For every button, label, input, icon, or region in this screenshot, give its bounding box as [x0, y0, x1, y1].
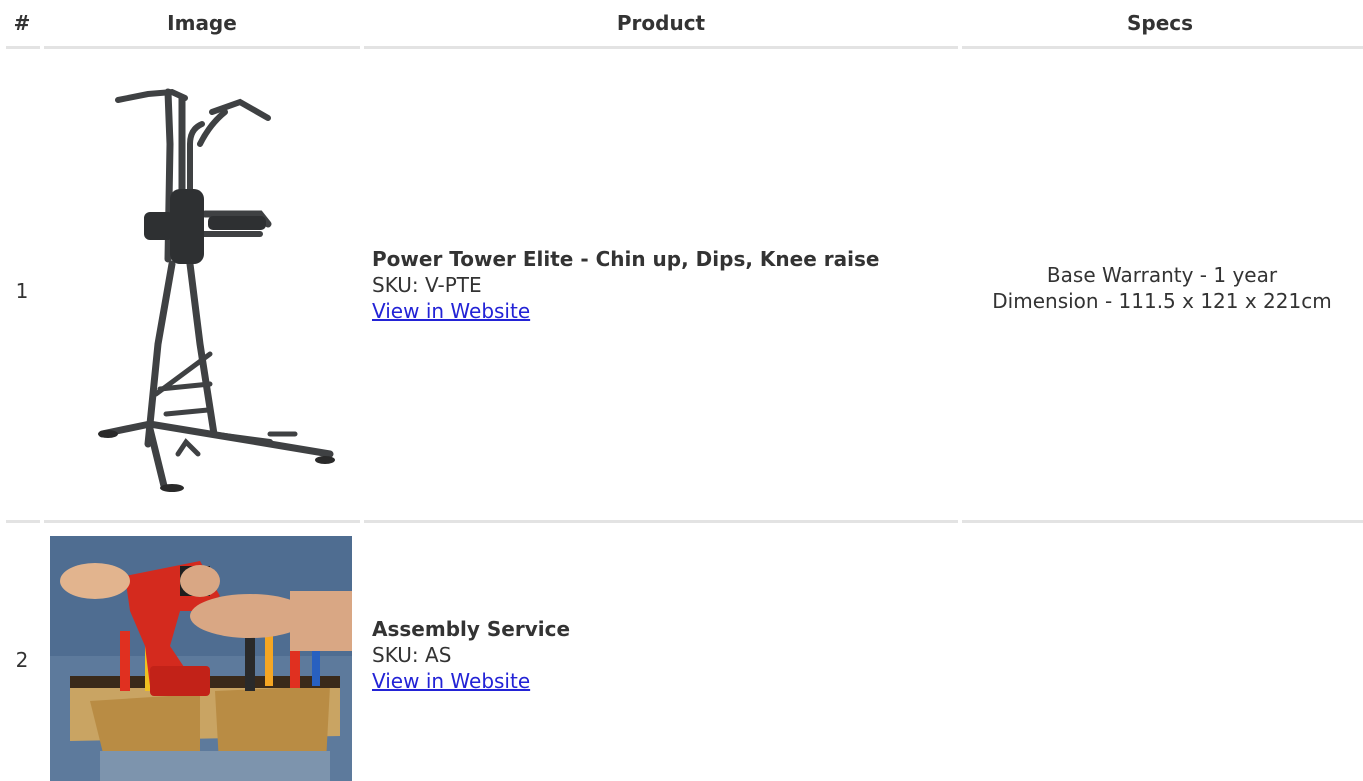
header-specs: Specs: [1126, 11, 1194, 35]
spec-warranty: Base Warranty - 1 year: [1046, 263, 1278, 287]
header-divider: [364, 46, 958, 49]
header-divider: [6, 46, 40, 49]
product-cell: Power Tower Elite - Chin up, Dips, Knee …: [372, 246, 952, 324]
view-in-website-link[interactable]: View in Website: [372, 299, 530, 323]
table-header: # Image Product Specs: [0, 0, 1363, 50]
product-table: # Image Product Specs 1 Power Tower Elit…: [0, 0, 1363, 781]
row-divider: [364, 520, 958, 523]
spec-dimension: Dimension - 111.5 x 121 x 221cm: [992, 289, 1332, 313]
power-tower-image: [90, 84, 340, 494]
product-sku: SKU: V-PTE: [372, 273, 482, 297]
row-number: 2: [15, 648, 29, 672]
header-image: Image: [167, 11, 237, 35]
header-divider: [962, 46, 1363, 49]
header-product: Product: [616, 11, 706, 35]
specs-cell: Base Warranty - 1 year Dimension - 111.5…: [962, 262, 1362, 314]
row-divider: [962, 520, 1363, 523]
row-divider: [44, 520, 360, 523]
product-sku: SKU: AS: [372, 643, 452, 667]
view-in-website-link[interactable]: View in Website: [372, 669, 530, 693]
product-cell: Assembly Service SKU: AS View in Website: [372, 616, 952, 694]
product-name: Assembly Service: [372, 617, 571, 641]
row-number: 1: [15, 279, 29, 303]
product-name: Power Tower Elite - Chin up, Dips, Knee …: [372, 247, 880, 271]
row-divider: [6, 520, 40, 523]
header-num: #: [13, 11, 31, 35]
assembly-worker-image: [50, 536, 352, 781]
header-divider: [44, 46, 360, 49]
